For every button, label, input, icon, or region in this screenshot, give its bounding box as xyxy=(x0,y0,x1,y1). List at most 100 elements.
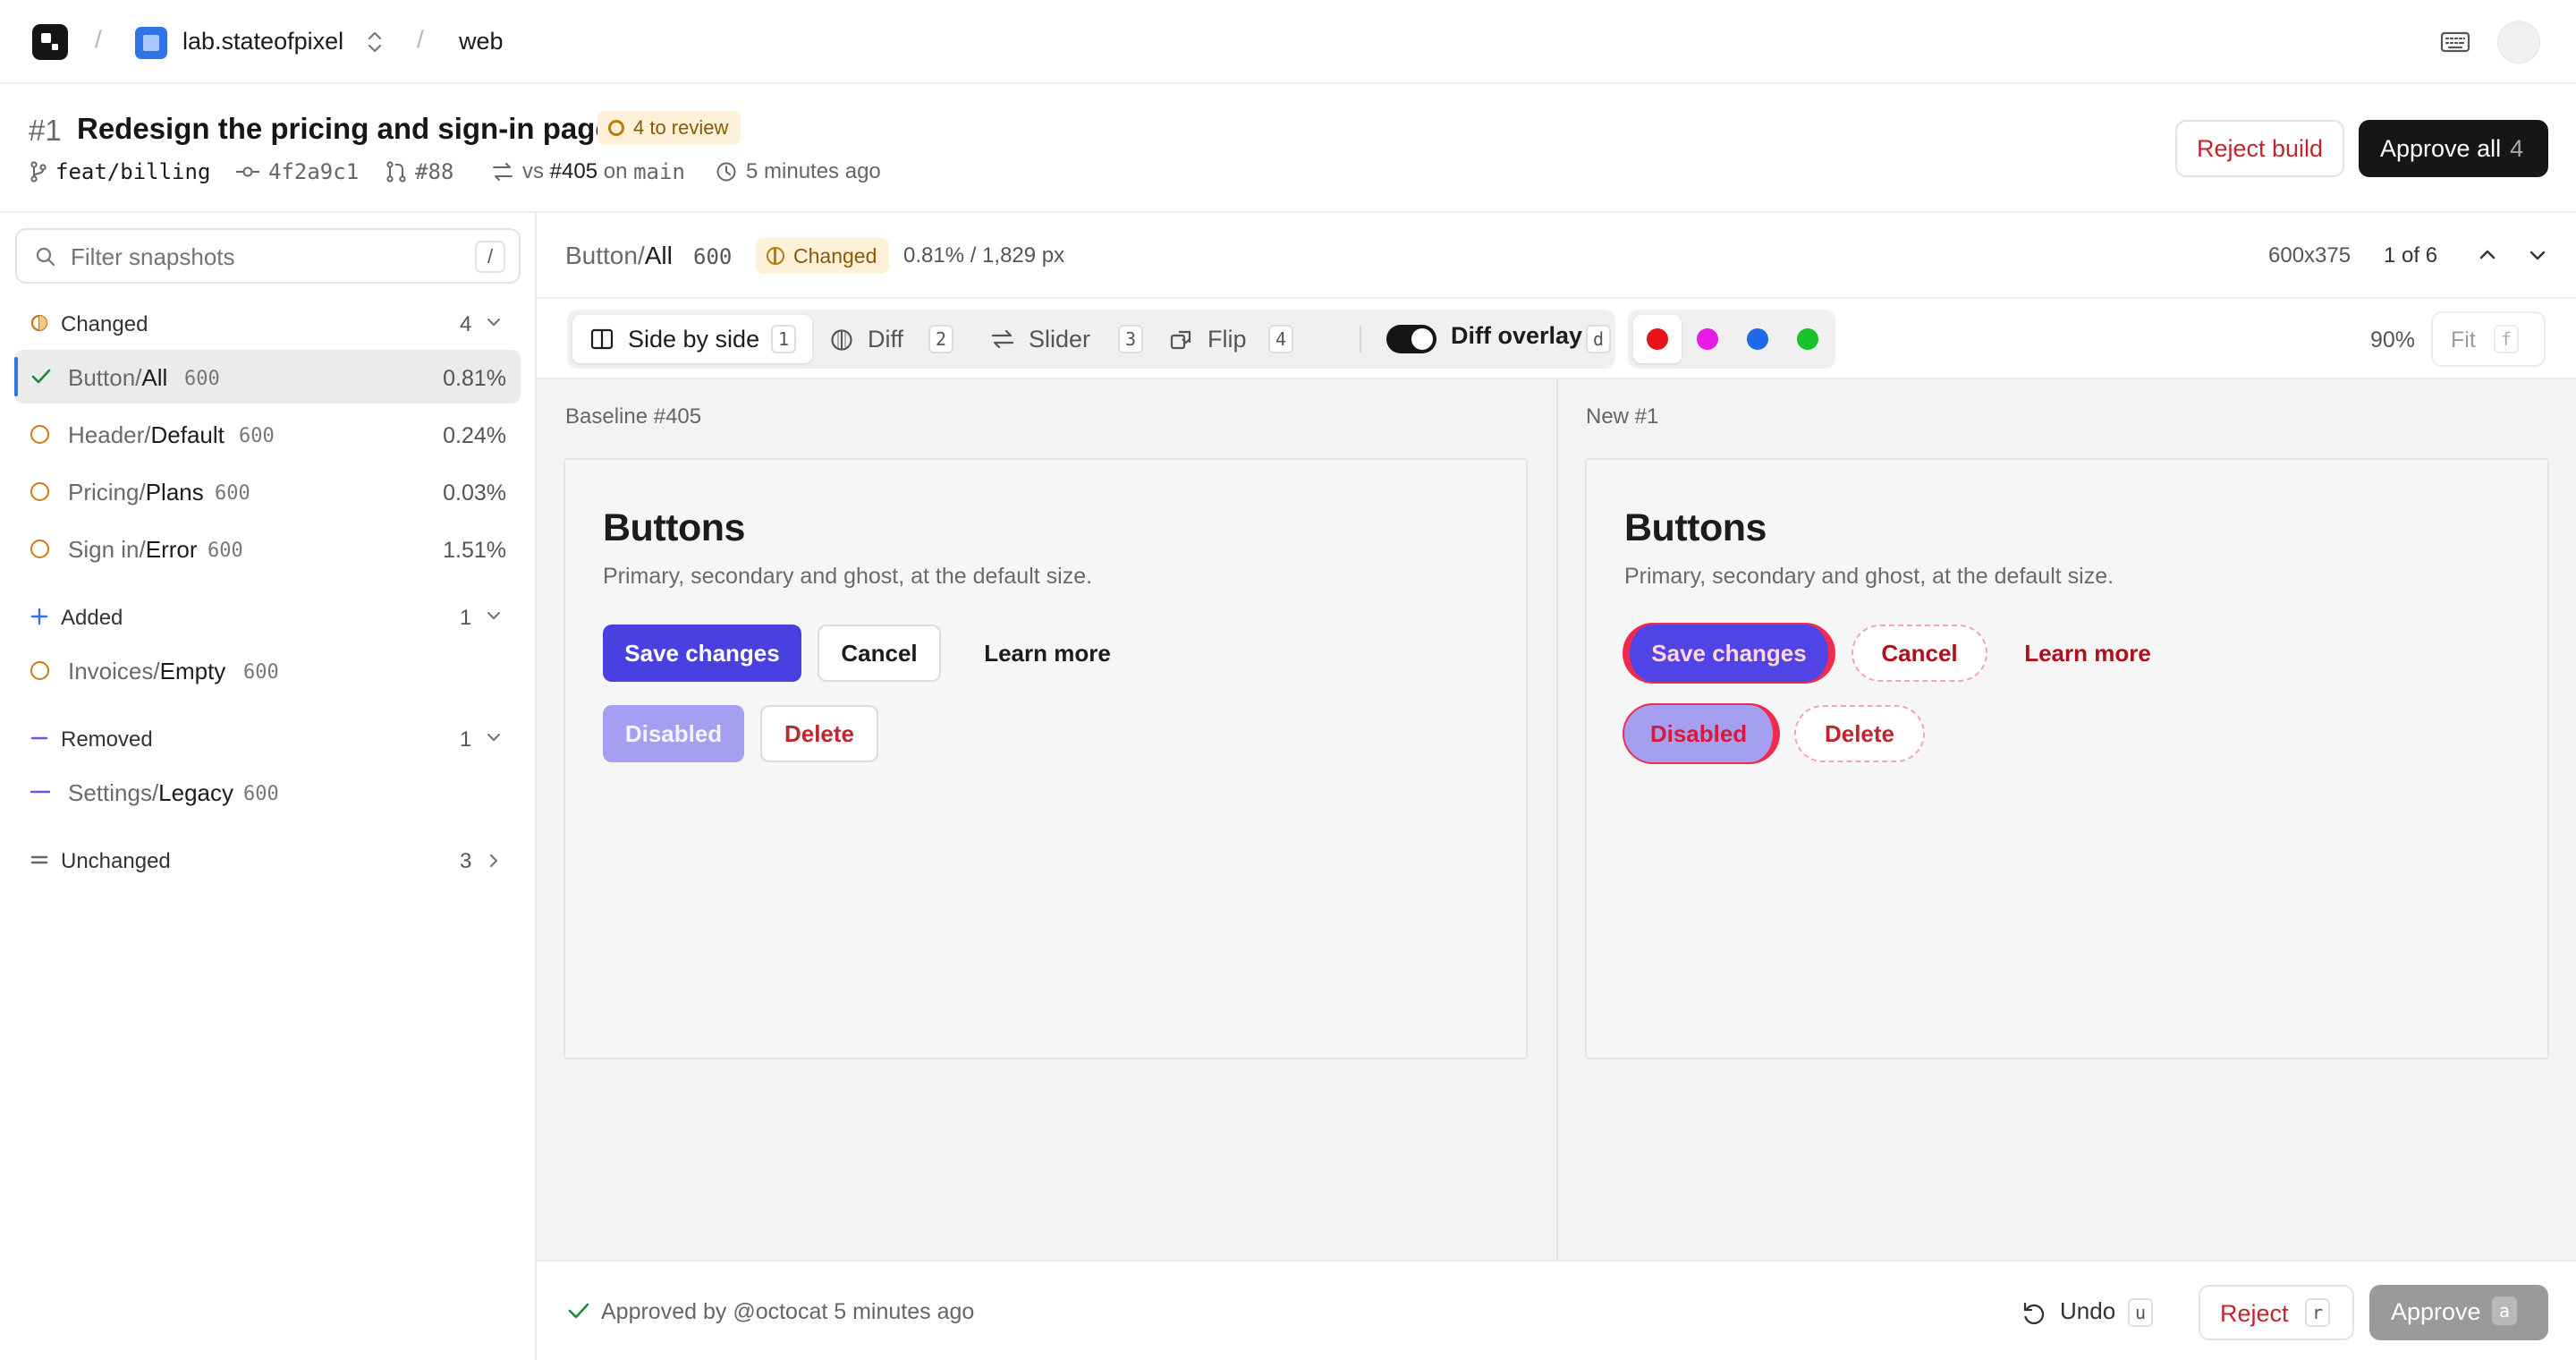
snapshot-dimensions: 600x375 xyxy=(2268,243,2351,268)
changed-icon xyxy=(767,247,784,265)
snapshot-width: 600 xyxy=(243,661,279,684)
chevron-up-icon[interactable] xyxy=(2476,243,2499,267)
status-label: Changed xyxy=(793,244,877,268)
pending-icon xyxy=(608,120,624,136)
project-switcher[interactable]: lab.stateofpixel xyxy=(182,28,343,55)
snapshot-width: 600 xyxy=(243,783,279,805)
snapshot-diff-pct: 0.81% xyxy=(443,366,506,391)
snapshot-item-pricing-plans[interactable]: Pricing/Plans 600 0.03% xyxy=(14,464,521,518)
diff-overlay-shortcut: d xyxy=(1586,325,1611,353)
group-added[interactable]: Added 1 xyxy=(0,596,535,637)
snapshot-item-button-all[interactable]: Button/All 600 0.81% xyxy=(14,350,521,404)
undo-button[interactable]: Undo xyxy=(2060,1297,2115,1325)
group-count: 1 xyxy=(460,606,472,630)
chevron-down-icon xyxy=(486,609,502,622)
group-removed[interactable]: Removed 1 xyxy=(0,718,535,759)
button-label: Cancel xyxy=(1881,640,1958,667)
canvas-heading: Buttons xyxy=(603,506,745,549)
user-avatar[interactable] xyxy=(2497,21,2540,64)
mode-flip[interactable]: Flip 4 xyxy=(1152,315,1313,363)
undo-icon[interactable] xyxy=(2021,1301,2046,1326)
branch-meta[interactable]: feat/billing xyxy=(30,159,210,184)
app-logo[interactable] xyxy=(32,24,68,60)
reject-button[interactable]: Reject r xyxy=(2199,1285,2354,1340)
repo-name[interactable]: web xyxy=(459,28,504,55)
search-icon xyxy=(35,246,56,268)
snapshot-prefix: Sign in/ xyxy=(68,536,146,563)
mode-side-by-side[interactable]: Side by side 1 xyxy=(572,315,812,363)
pending-icon xyxy=(30,482,49,501)
reject-build-button[interactable]: Reject build xyxy=(2175,120,2344,177)
preview-primary-button: Save changes xyxy=(1624,625,1834,682)
mode-slider[interactable]: Slider 3 xyxy=(973,315,1152,363)
keyboard-icon[interactable] xyxy=(2440,30,2470,55)
preview-secondary-button: Cancel xyxy=(818,625,941,682)
preview-secondary-button: Cancel xyxy=(1852,625,1987,682)
color-swatch-blue[interactable] xyxy=(1733,315,1782,363)
new-canvas: Buttons Primary, secondary and ghost, at… xyxy=(1585,458,2549,1059)
approve-all-count: 4 xyxy=(2510,135,2524,162)
group-label: Changed xyxy=(61,312,148,336)
button-label: Save changes xyxy=(1651,640,1807,667)
diff-icon xyxy=(830,328,853,352)
diff-overlay-toggle[interactable] xyxy=(1386,325,1436,353)
time-meta: 5 minutes ago xyxy=(716,159,881,184)
compare-meta[interactable]: vs #405 on main xyxy=(492,159,685,184)
snapshot-width: 600 xyxy=(208,540,243,562)
snapshot-prefix: Header/ xyxy=(68,421,151,448)
approve-all-label: Approve all xyxy=(2380,135,2502,162)
approve-all-button[interactable]: Approve all 4 xyxy=(2359,120,2548,177)
filter-box[interactable]: / xyxy=(15,228,521,284)
mode-diff[interactable]: Diff 2 xyxy=(812,315,973,363)
snapshot-diff-pct: 1.51% xyxy=(443,538,506,563)
snapshot-title-prefix: Button/ xyxy=(565,242,645,269)
pr-number: #88 xyxy=(415,159,454,184)
compare-on: on xyxy=(603,159,628,183)
zoom-level[interactable]: 90% xyxy=(2370,327,2415,353)
review-badge-label: 4 to review xyxy=(633,116,729,139)
snapshot-title: Button/All xyxy=(565,242,673,270)
commit-icon xyxy=(236,166,259,177)
snapshot-item-header-default[interactable]: Header/Default 600 0.24% xyxy=(14,407,521,461)
mode-shortcut: 3 xyxy=(1118,325,1143,353)
button-label: Learn more xyxy=(2024,640,2151,667)
snapshot-name: Pricing/Plans xyxy=(68,479,204,506)
chevron-down-icon[interactable] xyxy=(2526,243,2549,267)
snapshot-item-signin-error[interactable]: Sign in/Error 600 1.51% xyxy=(14,522,521,575)
snapshot-viewer: Baseline #405 Buttons Primary, secondary… xyxy=(537,379,2576,1260)
color-swatch-red[interactable] xyxy=(1633,315,1682,363)
project-icon xyxy=(135,27,167,59)
check-icon xyxy=(567,1301,590,1321)
color-swatch-magenta[interactable] xyxy=(1683,315,1732,363)
snapshot-prefix: Button/ xyxy=(68,364,142,391)
top-bar: / lab.stateofpixel / web xyxy=(0,0,2576,84)
snapshot-name: Settings/Legacy xyxy=(68,779,233,807)
snapshot-item-settings-legacy[interactable]: Settings/Legacy 600 xyxy=(14,765,521,819)
color-swatch-green[interactable] xyxy=(1784,315,1832,363)
snapshot-name: Button/All xyxy=(68,364,167,392)
chevron-updown-icon[interactable] xyxy=(365,29,385,55)
filter-input[interactable] xyxy=(71,241,464,273)
fit-button[interactable]: Fit f xyxy=(2431,311,2546,367)
approve-button[interactable]: Approve a xyxy=(2369,1285,2548,1340)
build-time: 5 minutes ago xyxy=(746,159,881,183)
pane-divider xyxy=(1556,379,1558,1260)
preview-danger-button: Delete xyxy=(760,705,878,762)
snapshot-leaf: Plans xyxy=(145,479,204,506)
commit-meta[interactable]: 4f2a9c1 xyxy=(236,159,359,184)
snapshot-name: Invoices/Empty xyxy=(68,658,225,685)
overlay-color-picker xyxy=(1628,310,1835,369)
group-changed[interactable]: Changed 4 xyxy=(0,302,535,344)
pr-meta[interactable]: #88 xyxy=(386,159,453,184)
baseline-label: Baseline #405 xyxy=(565,404,702,429)
snapshot-width: 600 xyxy=(239,425,275,447)
mode-shortcut: 4 xyxy=(1268,325,1293,353)
group-unchanged[interactable]: Unchanged 3 xyxy=(0,839,535,880)
review-count-badge: 4 to review xyxy=(597,111,741,145)
commit-hash: 4f2a9c1 xyxy=(268,159,360,184)
compare-icon xyxy=(493,163,513,181)
columns-icon xyxy=(590,328,614,350)
chevron-right-icon xyxy=(486,853,502,869)
canvas-heading: Buttons xyxy=(1624,506,1767,549)
snapshot-item-invoices-empty[interactable]: Invoices/Empty 600 xyxy=(14,643,521,697)
